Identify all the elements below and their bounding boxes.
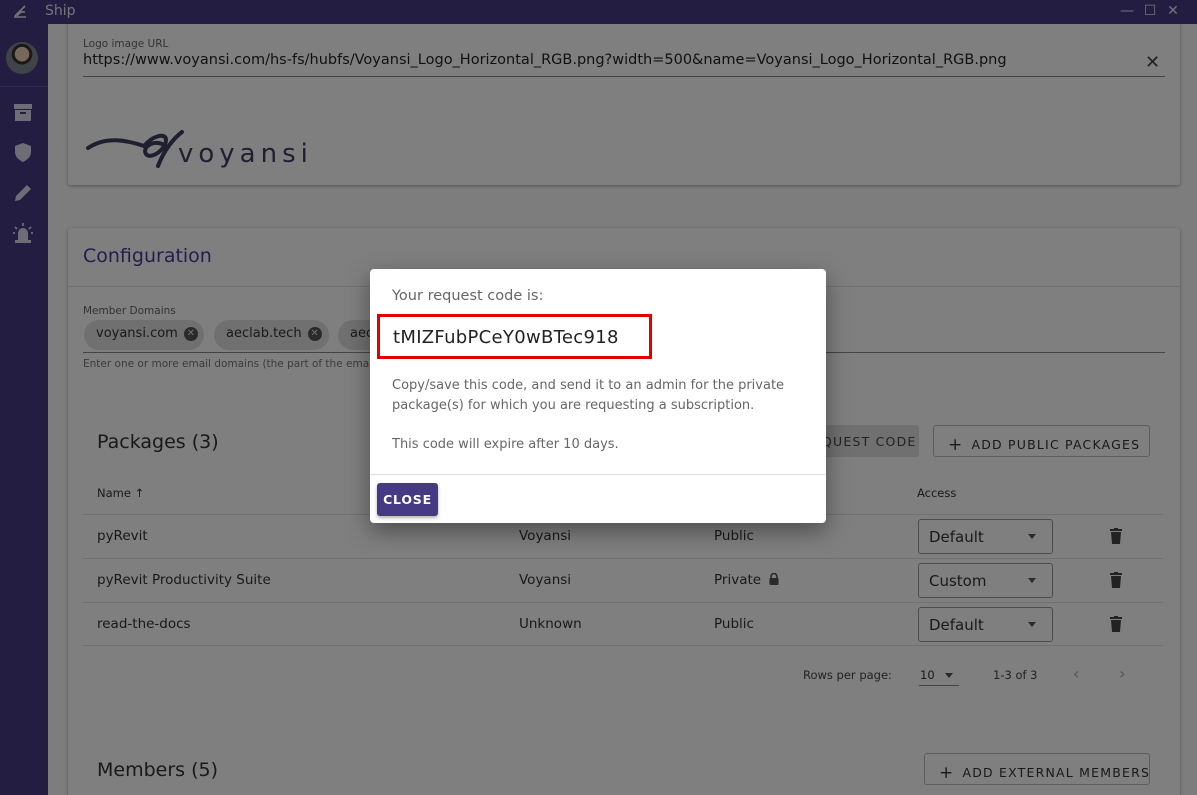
- dialog-divider: [370, 474, 826, 475]
- request-code-highlight: tMIZFubPCeY0wBTec918: [377, 314, 652, 359]
- dialog-expiry-note: This code will expire after 10 days.: [392, 437, 619, 452]
- dialog-title: Your request code is:: [392, 288, 544, 304]
- dialog-message: Copy/save this code, and send it to an a…: [392, 378, 785, 413]
- request-code-value[interactable]: tMIZFubPCeY0wBTec918: [393, 327, 619, 348]
- request-code-dialog: Your request code is: tMIZFubPCeY0wBTec9…: [370, 269, 826, 523]
- close-button[interactable]: CLOSE: [377, 483, 438, 516]
